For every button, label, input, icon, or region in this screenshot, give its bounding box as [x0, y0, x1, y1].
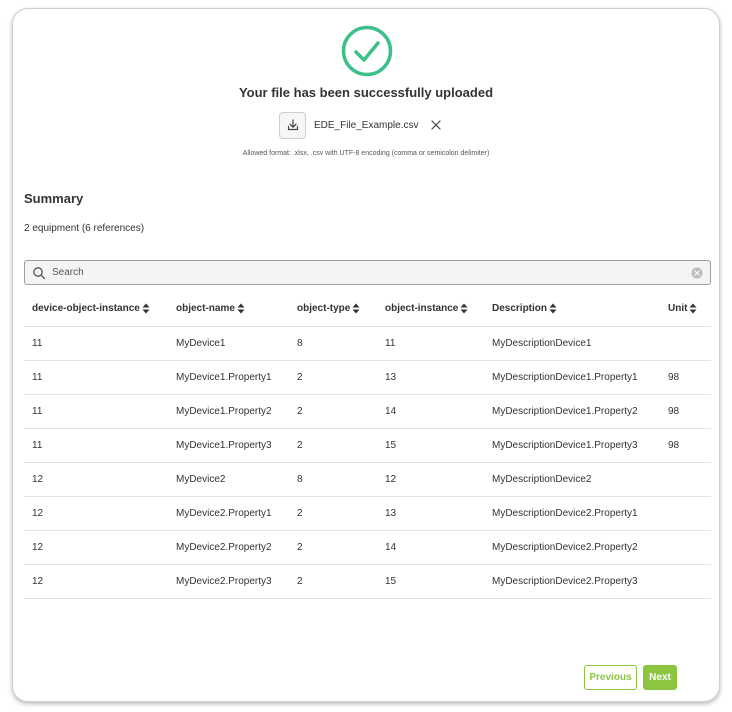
table-cell-device-object-instance: 12: [24, 496, 168, 531]
column-header-object-name[interactable]: object-name: [168, 291, 289, 327]
table-row: 12 MyDevice2.Property1 2 13 MyDescriptionDev…: [24, 496, 711, 531]
references-table: device-object-instance object-name object-…: [24, 291, 711, 599]
check-circle-icon: [341, 25, 393, 77]
sort-icon[interactable]: [352, 303, 360, 314]
table-body: 11 MyDevice1 8 11 MyDescriptionDevice1 11 MyDe…: [24, 326, 711, 599]
sort-icon[interactable]: [689, 303, 697, 314]
column-header-object-instance[interactable]: object-instance: [377, 291, 484, 327]
table-cell-unit: [660, 462, 711, 497]
table-cell-object-name: MyDevice2.Property3: [168, 564, 289, 599]
table-cell-object-type: 8: [289, 462, 377, 497]
table-cell-object-instance: 12: [377, 462, 484, 497]
allowed-format-note: Allowed format: .xlsx, .csv with UTF-8 e…: [242, 150, 490, 157]
sort-icon[interactable]: [549, 303, 557, 314]
table-cell-object-type: 2: [289, 360, 377, 395]
column-header-label: object-instance: [385, 302, 459, 314]
table-cell-unit: 98: [660, 428, 711, 463]
download-icon[interactable]: [279, 111, 306, 139]
column-header-label: Description: [492, 302, 548, 314]
uploaded-file: EDE_File_Example.csv: [279, 111, 444, 139]
table-cell-object-type: 8: [289, 326, 377, 361]
search-input[interactable]: [52, 267, 691, 278]
table-cell-object-instance: 14: [377, 394, 484, 429]
table-cell-unit: 98: [660, 394, 711, 429]
table-row: 11 MyDevice1.Property3 2 15 MyDescriptionDev…: [24, 428, 711, 463]
table-cell-object-name: MyDevice1.Property2: [168, 394, 289, 429]
summary-title: Summary: [24, 191, 84, 206]
sort-icon[interactable]: [237, 303, 245, 314]
table-cell-unit: [660, 564, 711, 599]
table-cell-unit: [660, 496, 711, 531]
table-cell-object-instance: 11: [377, 326, 484, 361]
table-cell-description: MyDescriptionDevice1.Property1: [484, 360, 660, 395]
table-cell-description: MyDescriptionDevice2.Property1: [484, 496, 660, 531]
column-header-label: object-name: [176, 302, 235, 314]
next-button[interactable]: Next: [643, 665, 677, 690]
table-cell-device-object-instance: 12: [24, 564, 168, 599]
table-row: 12 MyDevice2.Property3 2 15 MyDescriptionDev…: [24, 564, 711, 599]
table-cell-object-type: 2: [289, 428, 377, 463]
column-header-description[interactable]: Description: [484, 291, 660, 327]
column-header-label: device-object-instance: [32, 302, 140, 314]
table-cell-device-object-instance: 12: [24, 462, 168, 497]
table-cell-device-object-instance: 11: [24, 394, 168, 429]
table-cell-object-name: MyDevice2.Property2: [168, 530, 289, 565]
table-cell-description: MyDescriptionDevice1.Property2: [484, 394, 660, 429]
upload-summary-card: Your file has been successfully uploaded…: [12, 8, 720, 702]
table-cell-device-object-instance: 12: [24, 530, 168, 565]
sort-icon[interactable]: [142, 303, 150, 314]
table-cell-object-instance: 13: [377, 360, 484, 395]
summary-count: 2 equipment (6 references): [24, 223, 145, 234]
table-cell-object-instance: 13: [377, 496, 484, 531]
search-icon: [33, 266, 46, 279]
table-cell-object-name: MyDevice1: [168, 326, 289, 361]
table-cell-object-name: MyDevice1.Property3: [168, 428, 289, 463]
table-cell-object-name: MyDevice2.Property1: [168, 496, 289, 531]
table-cell-device-object-instance: 11: [24, 326, 168, 361]
column-header-device-object-instance[interactable]: device-object-instance: [24, 291, 168, 327]
close-icon[interactable]: [428, 117, 444, 133]
file-name: EDE_File_Example.csv: [314, 119, 419, 131]
column-header-label: object-type: [297, 302, 351, 314]
column-header-object-type[interactable]: object-type: [289, 291, 377, 327]
table-cell-object-type: 2: [289, 564, 377, 599]
previous-button[interactable]: Previous: [584, 665, 637, 690]
table-cell-unit: [660, 530, 711, 565]
table-cell-object-type: 2: [289, 496, 377, 531]
table-cell-device-object-instance: 11: [24, 360, 168, 395]
table-row: 11 MyDevice1.Property1 2 13 MyDescriptionDev…: [24, 360, 711, 395]
table-cell-device-object-instance: 11: [24, 428, 168, 463]
table-header-row: device-object-instance object-name object-…: [24, 291, 711, 327]
table-cell-description: MyDescriptionDevice1: [484, 326, 660, 361]
table-cell-description: MyDescriptionDevice2.Property2: [484, 530, 660, 565]
search-bar: [24, 260, 711, 285]
clear-search-icon[interactable]: [691, 267, 703, 279]
table-cell-object-name: MyDevice2: [168, 462, 289, 497]
table-cell-object-name: MyDevice1.Property1: [168, 360, 289, 395]
table-cell-unit: [660, 326, 711, 361]
table-cell-description: MyDescriptionDevice1.Property3: [484, 428, 660, 463]
table-cell-object-instance: 15: [377, 428, 484, 463]
table-row: 12 MyDevice2.Property2 2 14 MyDescriptionDev…: [24, 530, 711, 565]
table-cell-object-type: 2: [289, 530, 377, 565]
table-cell-unit: 98: [660, 360, 711, 395]
table-cell-description: MyDescriptionDevice2: [484, 462, 660, 497]
table-cell-object-instance: 15: [377, 564, 484, 599]
sort-icon[interactable]: [460, 303, 468, 314]
table-cell-object-type: 2: [289, 394, 377, 429]
table-cell-object-instance: 14: [377, 530, 484, 565]
column-header-unit[interactable]: Unit: [660, 291, 711, 327]
table-row: 11 MyDevice1.Property2 2 14 MyDescriptionDev…: [24, 394, 711, 429]
table-cell-description: MyDescriptionDevice2.Property3: [484, 564, 660, 599]
upload-success-title: Your file has been successfully uploaded: [238, 85, 494, 100]
column-header-label: Unit: [668, 302, 688, 314]
table-row: 12 MyDevice2 8 12 MyDescriptionDevice2: [24, 462, 711, 497]
table-row: 11 MyDevice1 8 11 MyDescriptionDevice1: [24, 326, 711, 361]
